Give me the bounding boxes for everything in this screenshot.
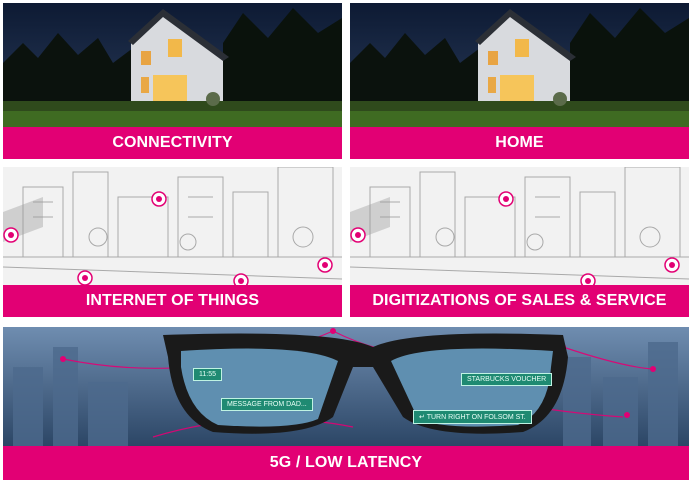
smart-glasses-city-photo: [3, 327, 689, 446]
hud-navigation-text: TURN RIGHT ON FOLSOM ST.: [426, 414, 526, 421]
tile-label: 5G / LOW LATENCY: [3, 446, 689, 480]
house-night-photo: [3, 3, 342, 127]
tile-home[interactable]: HOME: [350, 3, 689, 159]
tile-label: INTERNET OF THINGS: [3, 285, 342, 317]
tile-label: DIGITIZATIONS OF SALES & SERVICE: [350, 285, 689, 317]
turn-right-arrow-icon: ↵: [419, 414, 425, 421]
hud-navigation: ↵ TURN RIGHT ON FOLSOM ST.: [413, 410, 532, 424]
tile-label: CONNECTIVITY: [3, 127, 342, 159]
city-sketch-illustration: [3, 167, 342, 285]
tile-label: HOME: [350, 127, 689, 159]
hud-time: 11:55: [193, 368, 222, 381]
tile-connectivity[interactable]: CONNECTIVITY: [3, 3, 342, 159]
city-sketch-illustration: [350, 167, 689, 285]
tile-digitizations-sales-service[interactable]: DIGITIZATIONS OF SALES & SERVICE: [350, 167, 689, 317]
tile-5g-low-latency[interactable]: 11:55 MESSAGE FROM DAD... STARBUCKS VOUC…: [3, 327, 689, 480]
hud-voucher: STARBUCKS VOUCHER: [461, 373, 553, 386]
tile-internet-of-things[interactable]: INTERNET OF THINGS: [3, 167, 342, 317]
house-night-photo: [350, 3, 689, 127]
hud-message: MESSAGE FROM DAD...: [221, 398, 313, 411]
